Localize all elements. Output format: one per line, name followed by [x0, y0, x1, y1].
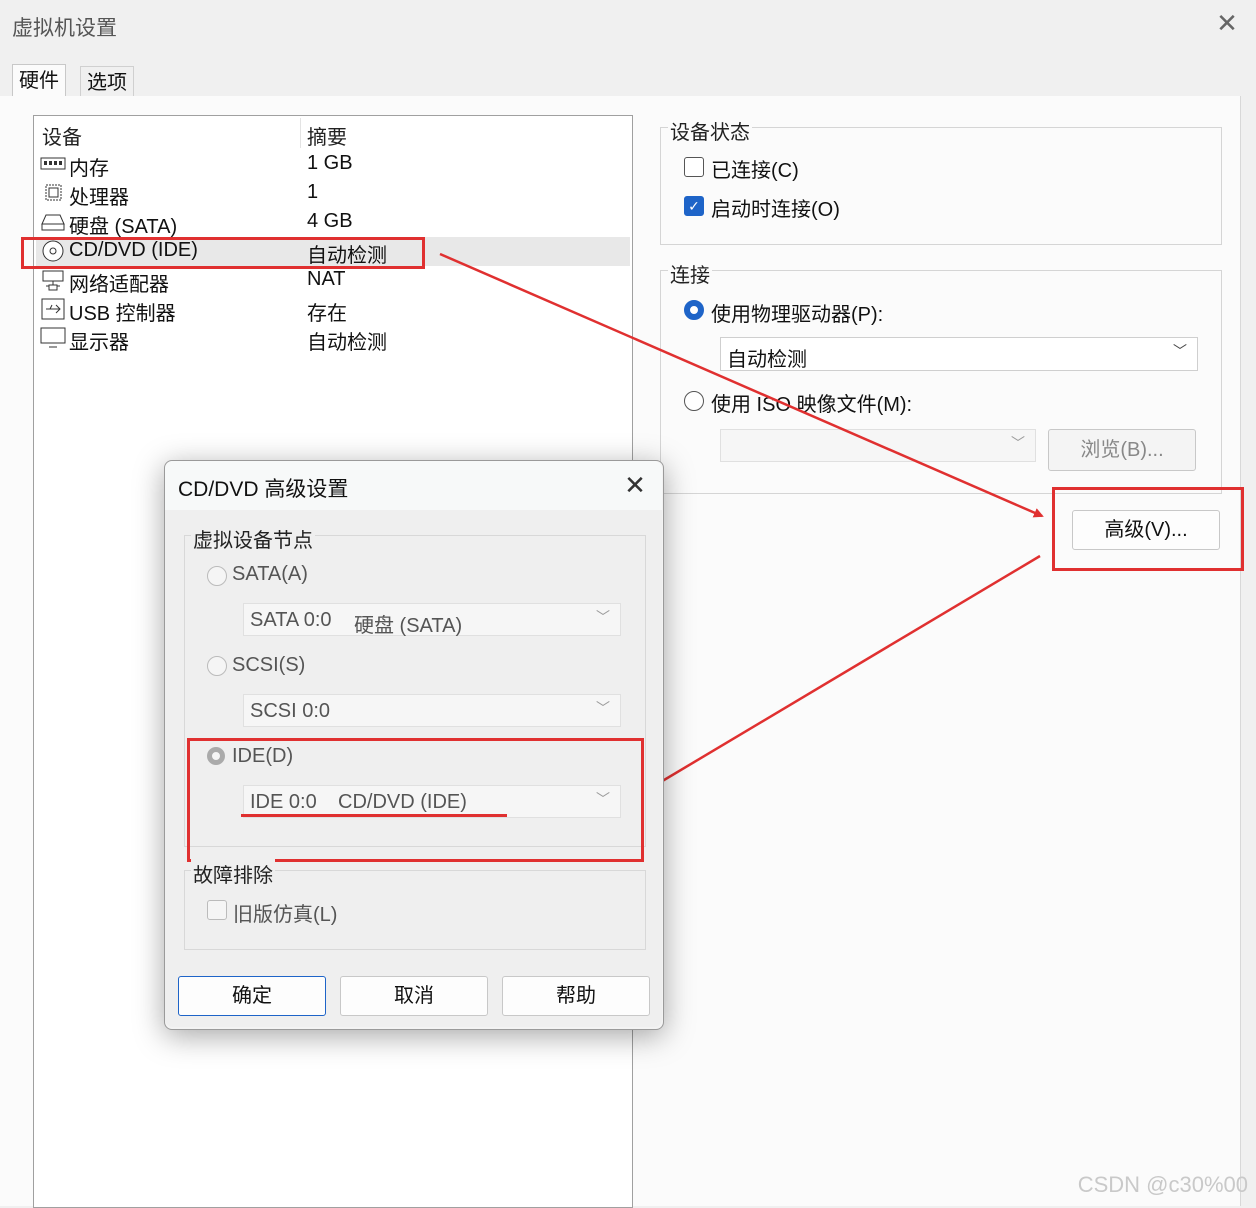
chevron-down-icon: ﹀: [1173, 343, 1187, 359]
help-button[interactable]: 帮助: [502, 976, 650, 1016]
device-row-display[interactable]: 显示器 自动检测: [36, 324, 630, 354]
device-summary: 4 GB: [307, 210, 353, 232]
device-name: 显示器: [69, 332, 129, 354]
window-title: 虚拟机设置: [12, 17, 117, 40]
connection-legend: 连接: [668, 259, 712, 288]
ok-button[interactable]: 确定: [178, 976, 326, 1016]
watermark: CSDN @c30%00: [1077, 1172, 1248, 1197]
connected-checkbox[interactable]: [684, 157, 704, 177]
dialog-close-icon[interactable]: ✕: [622, 470, 648, 501]
scsi-node-select[interactable]: SCSI 0:0 ﹀: [243, 694, 621, 727]
sata-node-value: SATA 0:0: [250, 609, 332, 631]
iso-image-radio[interactable]: [684, 391, 704, 411]
physical-drive-radio[interactable]: [684, 300, 704, 320]
sata-node-select[interactable]: SATA 0:0 硬盘 (SATA) ﹀: [243, 603, 621, 637]
device-name: 内存: [69, 158, 109, 180]
sata-radio[interactable]: [207, 566, 227, 586]
device-summary: 存在: [307, 303, 347, 325]
iso-path-combo[interactable]: ﹀: [720, 429, 1036, 462]
tab-options[interactable]: 选项: [80, 66, 134, 97]
device-name: 处理器: [69, 187, 129, 209]
connect-at-power-on-label[interactable]: 启动时连接(O): [711, 193, 840, 222]
device-summary: 自动检测: [307, 332, 387, 354]
device-name: 硬盘 (SATA): [69, 216, 178, 238]
device-row-hard-disk[interactable]: 硬盘 (SATA) 4 GB: [36, 208, 630, 238]
column-header-summary[interactable]: 摘要: [307, 121, 347, 150]
chevron-down-icon: ﹀: [596, 609, 610, 625]
display-icon: [40, 327, 66, 348]
window-close-icon[interactable]: ✕: [1212, 8, 1242, 38]
device-status-legend: 设备状态: [668, 116, 752, 145]
device-summary: 1: [307, 181, 319, 203]
scsi-node-value: SCSI 0:0: [250, 700, 331, 722]
connect-at-power-on-checkbox[interactable]: ✓: [684, 196, 704, 216]
usb-controller-icon: [41, 298, 65, 320]
device-row-network-adapter[interactable]: 网络适配器 NAT: [36, 266, 630, 296]
memory-icon: [40, 157, 66, 170]
device-row-processor[interactable]: 处理器 1: [36, 179, 630, 209]
column-header-device[interactable]: 设备: [42, 121, 82, 150]
physical-drive-select[interactable]: 自动检测 ﹀: [720, 337, 1198, 371]
annotation-highlight-advanced-button: [1052, 487, 1244, 571]
sata-label[interactable]: SATA(A): [232, 563, 308, 586]
troubleshoot-legend: 故障排除: [191, 859, 275, 888]
hard-disk-icon: [41, 214, 65, 231]
sata-node-device: 硬盘 (SATA): [354, 615, 463, 637]
device-summary: 1 GB: [307, 152, 353, 174]
cancel-button[interactable]: 取消: [340, 976, 488, 1016]
device-name: USB 控制器: [69, 303, 176, 325]
tab-hardware[interactable]: 硬件: [12, 64, 66, 98]
scsi-radio[interactable]: [207, 656, 227, 676]
connected-label[interactable]: 已连接(C): [711, 154, 799, 183]
physical-drive-value: 自动检测: [727, 349, 807, 371]
chevron-down-icon: ﹀: [1011, 435, 1025, 451]
chevron-down-icon: ﹀: [596, 700, 610, 716]
iso-image-label[interactable]: 使用 ISO 映像文件(M):: [711, 388, 912, 417]
device-row-memory[interactable]: 内存 1 GB: [36, 150, 630, 180]
scsi-label[interactable]: SCSI(S): [232, 654, 305, 677]
physical-drive-label[interactable]: 使用物理驱动器(P):: [711, 298, 883, 327]
device-summary: NAT: [307, 268, 346, 290]
device-name: 网络适配器: [69, 274, 169, 296]
annotation-highlight-ide-option: [187, 738, 644, 862]
device-row-usb-controller[interactable]: USB 控制器 存在: [36, 295, 630, 325]
tab-strip: [0, 50, 1256, 96]
annotation-highlight-cd-dvd-row: [21, 237, 425, 269]
dialog-title: CD/DVD 高级设置: [178, 478, 349, 501]
network-adapter-icon: [42, 270, 64, 291]
column-divider[interactable]: [300, 118, 301, 148]
browse-button[interactable]: 浏览(B)...: [1048, 429, 1196, 471]
legacy-emulation-label[interactable]: 旧版仿真(L): [233, 898, 337, 927]
processor-icon: [45, 184, 62, 201]
legacy-emulation-checkbox[interactable]: [207, 900, 227, 920]
virtual-node-legend: 虚拟设备节点: [191, 524, 315, 553]
